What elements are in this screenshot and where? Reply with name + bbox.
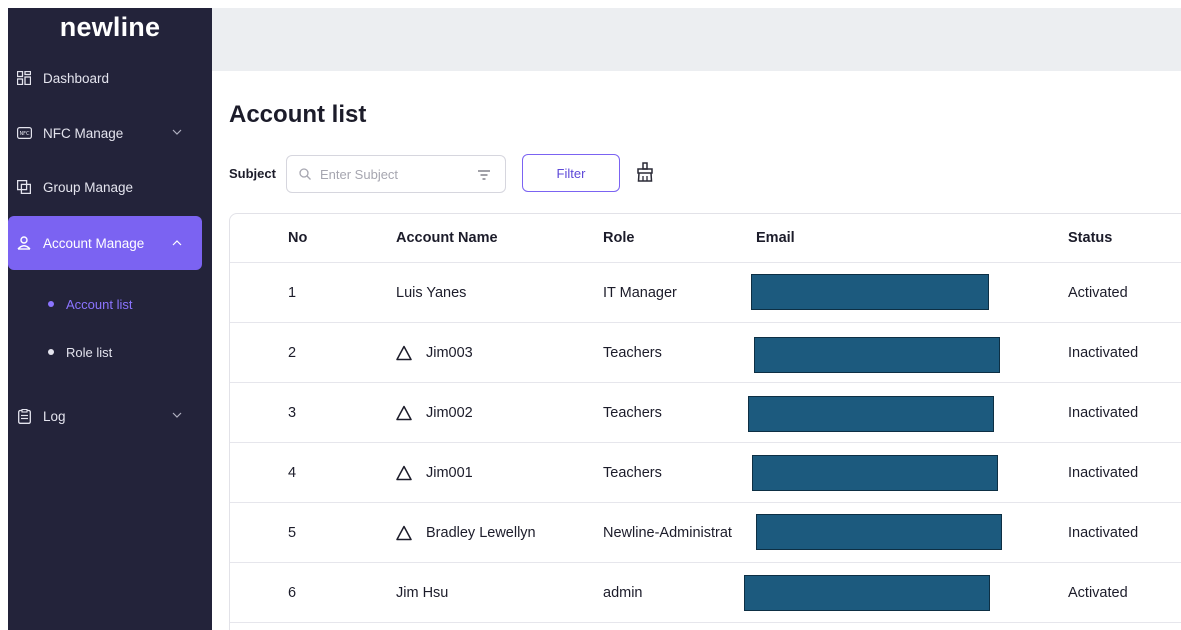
account-table: No Account Name Role Email Status 1 Luis… — [229, 213, 1181, 630]
cell-role: Teachers — [603, 404, 662, 421]
cell-account-name: Luis Yanes — [396, 284, 467, 301]
cell-no: 3 — [288, 404, 297, 421]
cell-account-name: Jim001 — [396, 443, 473, 502]
cell-status: Activated — [1068, 584, 1128, 601]
cell-account-name: Bradley Lewellyn — [396, 503, 536, 562]
header-no: No — [288, 230, 308, 246]
table-row[interactable]: 2 Jim003 Teachers Inactivated — [230, 323, 1181, 383]
subject-label: Subject — [229, 166, 276, 181]
cell-status: Inactivated — [1068, 404, 1139, 421]
cell-role: Teachers — [603, 344, 662, 361]
cell-status: Inactivated — [1068, 464, 1139, 481]
sidebar-item-group-manage[interactable]: Group Manage — [8, 169, 212, 205]
top-bar — [212, 8, 1181, 71]
clear-broom-icon[interactable] — [636, 162, 654, 182]
cell-no: 6 — [288, 584, 297, 601]
chevron-down-icon — [172, 129, 182, 135]
warning-icon — [396, 525, 412, 540]
sidebar-item-dashboard[interactable]: Dashboard — [8, 60, 212, 96]
sidebar-subitem-account-list[interactable]: Account list — [48, 294, 132, 314]
cell-account-name: Jim Hsu — [396, 584, 449, 601]
table-row[interactable]: 3 Jim002 Teachers Inactivated — [230, 383, 1181, 443]
cell-role: Newline-Administrat — [603, 524, 732, 541]
sidebar-item-label: Dashboard — [43, 70, 110, 86]
cell-role: admin — [603, 584, 643, 601]
cell-role: Teachers — [603, 464, 662, 481]
sidebar-subitem-label: Account list — [66, 296, 133, 312]
cell-status: Activated — [1068, 284, 1128, 301]
cell-no: 1 — [288, 284, 297, 301]
table-row[interactable]: 1 Luis Yanes IT Manager Activated — [230, 263, 1181, 323]
newline-logo: newline — [59, 12, 161, 42]
user-icon — [16, 235, 32, 251]
nfc-icon: NFC — [16, 125, 32, 141]
warning-icon — [396, 345, 412, 360]
account-name-text: Bradley Lewellyn — [426, 524, 536, 541]
sidebar-subitem-role-list[interactable]: Role list — [48, 342, 112, 362]
sidebar: newline Dashboard NFC NFC Manage Group M… — [8, 8, 212, 630]
header-role: Role — [603, 230, 635, 246]
email-redaction — [754, 337, 1000, 373]
cell-status: Inactivated — [1068, 344, 1139, 361]
dashboard-icon — [16, 70, 32, 86]
group-icon — [16, 179, 32, 195]
cell-no: 4 — [288, 464, 297, 481]
sidebar-item-nfc-manage[interactable]: NFC NFC Manage — [8, 115, 212, 151]
email-redaction — [751, 274, 989, 310]
filter-button[interactable]: Filter — [522, 154, 620, 192]
email-redaction — [744, 575, 990, 611]
table-row[interactable]: 4 Jim001 Teachers Inactivated — [230, 443, 1181, 503]
sidebar-item-log[interactable]: Log — [8, 398, 212, 434]
chevron-down-icon — [172, 412, 182, 418]
svg-text:NFC: NFC — [19, 131, 30, 137]
table-row[interactable]: 5 Bradley Lewellyn Newline-Administrat I… — [230, 503, 1181, 563]
cell-account-name: Jim003 — [396, 323, 473, 382]
log-icon — [16, 408, 32, 424]
header-status: Status — [1068, 230, 1113, 246]
header-account-name: Account Name — [396, 230, 498, 246]
bullet-dot-icon — [48, 349, 54, 355]
table-header-row: No Account Name Role Email Status — [230, 214, 1181, 263]
sidebar-item-account-manage[interactable]: Account Manage — [8, 216, 202, 270]
email-redaction — [748, 396, 994, 432]
filter-lines-icon[interactable] — [477, 168, 491, 182]
sidebar-item-label: Log — [43, 408, 66, 424]
search-icon — [299, 168, 311, 180]
account-name-text: Jim002 — [426, 404, 473, 421]
sidebar-item-label: Group Manage — [43, 179, 134, 195]
sidebar-subitem-label: Role list — [66, 344, 113, 360]
page-title: Account list — [229, 101, 367, 128]
account-name-text: Jim003 — [426, 344, 473, 361]
bullet-dot-icon — [48, 301, 54, 307]
warning-icon — [396, 465, 412, 480]
sidebar-item-label: NFC Manage — [43, 125, 124, 141]
cell-account-name: Jim002 — [396, 383, 473, 442]
subject-search-box — [286, 155, 506, 193]
table-row[interactable]: 6 Jim Hsu admin Activated — [230, 563, 1181, 623]
cell-no: 2 — [288, 344, 297, 361]
account-name-text: Jim001 — [426, 464, 473, 481]
warning-icon — [396, 405, 412, 420]
email-redaction — [752, 455, 998, 491]
cell-role: IT Manager — [603, 284, 677, 301]
email-redaction — [756, 514, 1002, 550]
header-email: Email — [756, 230, 795, 246]
sidebar-item-label: Account Manage — [43, 235, 145, 251]
chevron-up-icon — [172, 240, 182, 246]
cell-no: 5 — [288, 524, 297, 541]
cell-status: Inactivated — [1068, 524, 1139, 541]
subject-input[interactable] — [320, 166, 460, 182]
